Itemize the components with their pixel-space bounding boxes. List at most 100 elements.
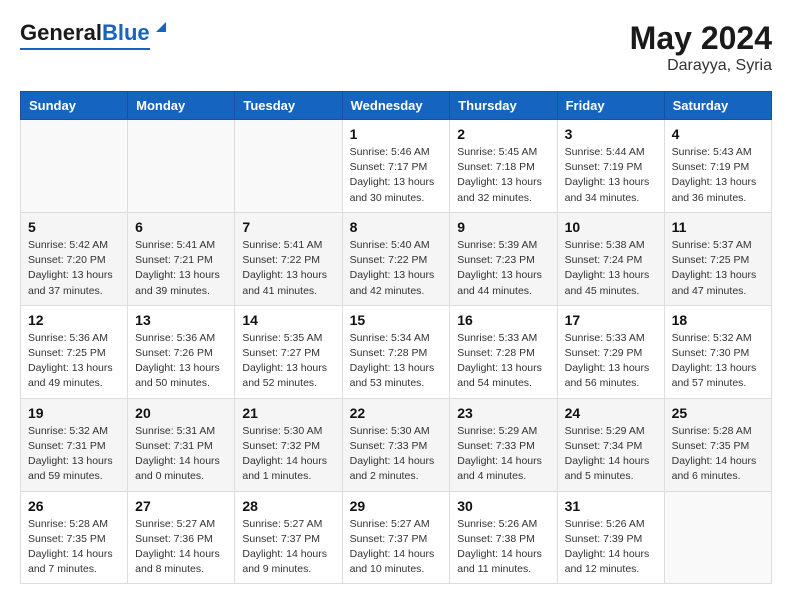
table-row: 5 Sunrise: 5:42 AMSunset: 7:20 PMDaylight… [21, 212, 128, 305]
table-row [664, 491, 771, 584]
day-number: 31 [565, 498, 657, 514]
calendar-table: Sunday Monday Tuesday Wednesday Thursday… [20, 91, 772, 584]
logo-general: General [20, 20, 102, 45]
day-info: Sunrise: 5:43 AMSunset: 7:19 PMDaylight:… [672, 145, 764, 206]
table-row: 21Sunrise: 5:30 AMSunset: 7:32 PMDayligh… [235, 398, 342, 491]
table-row: 1Sunrise: 5:46 AMSunset: 7:17 PMDaylight… [342, 120, 450, 213]
day-info: Sunrise: 5:40 AMSunset: 7:22 PMDaylight:… [350, 238, 443, 299]
day-number: 10 [565, 219, 657, 235]
day-number: 29 [350, 498, 443, 514]
table-row: 25 Sunrise: 5:28 AMSunset: 7:35 PMDayligh… [664, 398, 771, 491]
day-info: Sunrise: 5:38 AMSunset: 7:24 PMDaylight:… [565, 238, 657, 299]
table-row: 20 Sunrise: 5:31 AMSunset: 7:31 PMDayligh… [128, 398, 235, 491]
table-row: 2Sunrise: 5:45 AMSunset: 7:18 PMDaylight… [450, 120, 557, 213]
day-number: 18 [672, 312, 764, 328]
logo-underline [20, 48, 150, 50]
day-info: Sunrise: 5:32 AMSunset: 7:30 PMDaylight:… [672, 331, 764, 392]
table-row: 12 Sunrise: 5:36 AMSunset: 7:25 PMDayligh… [21, 305, 128, 398]
table-row: 27 Sunrise: 5:27 AMSunset: 7:36 PMDayligh… [128, 491, 235, 584]
day-number: 21 [242, 405, 334, 421]
day-info: Sunrise: 5:32 AMSunset: 7:31 PMDaylight:… [28, 424, 120, 485]
col-wednesday: Wednesday [342, 92, 450, 120]
day-info: Sunrise: 5:28 AMSunset: 7:35 PMDaylight:… [28, 517, 120, 578]
day-info: Sunrise: 5:39 AMSunset: 7:23 PMDaylight:… [457, 238, 549, 299]
day-info: Sunrise: 5:28 AMSunset: 7:35 PMDaylight:… [672, 424, 764, 485]
day-info: Sunrise: 5:45 AMSunset: 7:18 PMDaylight:… [457, 145, 549, 206]
location: Darayya, Syria [630, 57, 772, 75]
day-info: Sunrise: 5:36 AMSunset: 7:26 PMDaylight:… [135, 331, 227, 392]
col-thursday: Thursday [450, 92, 557, 120]
day-info: Sunrise: 5:42 AMSunset: 7:20 PMDaylight:… [28, 238, 120, 299]
calendar-week-row: 26 Sunrise: 5:28 AMSunset: 7:35 PMDayligh… [21, 491, 772, 584]
table-row: 23Sunrise: 5:29 AMSunset: 7:33 PMDayligh… [450, 398, 557, 491]
day-number: 13 [135, 312, 227, 328]
logo: GeneralBlue [20, 20, 150, 50]
calendar-week-row: 19Sunrise: 5:32 AMSunset: 7:31 PMDayligh… [21, 398, 772, 491]
day-info: Sunrise: 5:34 AMSunset: 7:28 PMDaylight:… [350, 331, 443, 392]
day-number: 1 [350, 126, 443, 142]
table-row: 15 Sunrise: 5:34 AMSunset: 7:28 PMDayligh… [342, 305, 450, 398]
day-number: 3 [565, 126, 657, 142]
day-number: 28 [242, 498, 334, 514]
day-number: 9 [457, 219, 549, 235]
table-row: 7 Sunrise: 5:41 AMSunset: 7:22 PMDaylight… [235, 212, 342, 305]
day-number: 15 [350, 312, 443, 328]
table-row: 30 Sunrise: 5:26 AMSunset: 7:38 PMDayligh… [450, 491, 557, 584]
table-row: 19Sunrise: 5:32 AMSunset: 7:31 PMDayligh… [21, 398, 128, 491]
day-number: 27 [135, 498, 227, 514]
day-info: Sunrise: 5:27 AMSunset: 7:37 PMDaylight:… [242, 517, 334, 578]
table-row [128, 120, 235, 213]
day-info: Sunrise: 5:37 AMSunset: 7:25 PMDaylight:… [672, 238, 764, 299]
table-row: 16Sunrise: 5:33 AMSunset: 7:28 PMDayligh… [450, 305, 557, 398]
day-number: 17 [565, 312, 657, 328]
day-info: Sunrise: 5:35 AMSunset: 7:27 PMDaylight:… [242, 331, 334, 392]
day-info: Sunrise: 5:30 AMSunset: 7:33 PMDaylight:… [350, 424, 443, 485]
header: GeneralBlue May 2024 Darayya, Syria [20, 20, 772, 75]
day-number: 23 [457, 405, 549, 421]
day-info: Sunrise: 5:29 AMSunset: 7:34 PMDaylight:… [565, 424, 657, 485]
month-title: May 2024 [630, 20, 772, 57]
day-info: Sunrise: 5:26 AMSunset: 7:38 PMDaylight:… [457, 517, 549, 578]
table-row: 31Sunrise: 5:26 AMSunset: 7:39 PMDayligh… [557, 491, 664, 584]
table-row: 13 Sunrise: 5:36 AMSunset: 7:26 PMDayligh… [128, 305, 235, 398]
table-row: 10 Sunrise: 5:38 AMSunset: 7:24 PMDayligh… [557, 212, 664, 305]
table-row: 18 Sunrise: 5:32 AMSunset: 7:30 PMDayligh… [664, 305, 771, 398]
day-number: 5 [28, 219, 120, 235]
day-number: 16 [457, 312, 549, 328]
day-info: Sunrise: 5:44 AMSunset: 7:19 PMDaylight:… [565, 145, 657, 206]
logo-icon [152, 18, 170, 36]
day-number: 11 [672, 219, 764, 235]
col-saturday: Saturday [664, 92, 771, 120]
col-sunday: Sunday [21, 92, 128, 120]
day-info: Sunrise: 5:27 AMSunset: 7:36 PMDaylight:… [135, 517, 227, 578]
day-number: 12 [28, 312, 120, 328]
day-number: 8 [350, 219, 443, 235]
day-info: Sunrise: 5:41 AMSunset: 7:22 PMDaylight:… [242, 238, 334, 299]
table-row: 6Sunrise: 5:41 AMSunset: 7:21 PMDaylight… [128, 212, 235, 305]
title-block: May 2024 Darayya, Syria [630, 20, 772, 75]
calendar-week-row: 12 Sunrise: 5:36 AMSunset: 7:25 PMDayligh… [21, 305, 772, 398]
table-row: 17 Sunrise: 5:33 AMSunset: 7:29 PMDayligh… [557, 305, 664, 398]
day-info: Sunrise: 5:27 AMSunset: 7:37 PMDaylight:… [350, 517, 443, 578]
day-info: Sunrise: 5:31 AMSunset: 7:31 PMDaylight:… [135, 424, 227, 485]
day-number: 25 [672, 405, 764, 421]
day-number: 24 [565, 405, 657, 421]
page: GeneralBlue May 2024 Darayya, Syria Sund… [0, 0, 792, 604]
day-number: 26 [28, 498, 120, 514]
day-number: 7 [242, 219, 334, 235]
day-number: 30 [457, 498, 549, 514]
table-row: 26 Sunrise: 5:28 AMSunset: 7:35 PMDayligh… [21, 491, 128, 584]
table-row: 9 Sunrise: 5:39 AMSunset: 7:23 PMDaylight… [450, 212, 557, 305]
calendar-week-row: 1Sunrise: 5:46 AMSunset: 7:17 PMDaylight… [21, 120, 772, 213]
table-row [21, 120, 128, 213]
table-row [235, 120, 342, 213]
col-monday: Monday [128, 92, 235, 120]
day-number: 20 [135, 405, 227, 421]
day-info: Sunrise: 5:33 AMSunset: 7:29 PMDaylight:… [565, 331, 657, 392]
day-info: Sunrise: 5:36 AMSunset: 7:25 PMDaylight:… [28, 331, 120, 392]
day-number: 6 [135, 219, 227, 235]
day-number: 14 [242, 312, 334, 328]
day-number: 22 [350, 405, 443, 421]
table-row: 29 Sunrise: 5:27 AMSunset: 7:37 PMDayligh… [342, 491, 450, 584]
table-row: 8 Sunrise: 5:40 AMSunset: 7:22 PMDaylight… [342, 212, 450, 305]
